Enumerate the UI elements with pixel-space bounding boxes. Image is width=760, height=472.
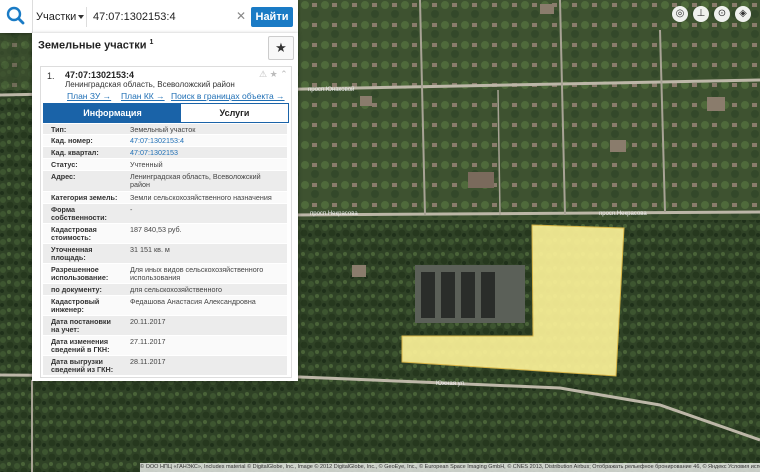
street-label: просп.Юнаковой [308, 86, 354, 93]
land-plots-panel: Земельные участки 1 ★ 1. 47:07:1302153:4… [32, 33, 298, 381]
search-input[interactable] [86, 7, 255, 27]
table-row: Адрес: Ленинградская область, Всеволожски… [43, 171, 287, 192]
tab-services[interactable]: Услуги [181, 104, 288, 122]
table-row: Дата изменения сведений в ГКН: 27.11.2017 [43, 336, 287, 356]
favorite-star-button[interactable]: ★ [268, 36, 294, 60]
table-row: Кад. квартал: 47:07:1302153 [43, 147, 287, 159]
table-row: Кадастровый инженер: Федашова Анастасия А… [43, 296, 287, 316]
cad-number-link[interactable]: 47:07:1302153:4 [130, 137, 282, 145]
table-row: Кадастровая стоимость: 187 840,53 руб. [43, 224, 287, 244]
street-label: Южная ул. [436, 381, 466, 387]
close-icon[interactable]: ✕ [236, 9, 246, 23]
table-row: Статус: Учтенный [43, 159, 287, 171]
result-index: 1. [47, 71, 55, 81]
table-row: по документу: для сельскохозяйственного [43, 284, 287, 296]
village-area [290, 0, 760, 220]
map-tools: ◎ ⊥ ⊙ ◈ [672, 6, 754, 26]
plot-address: Ленинградская область, Всеволожский райо… [65, 80, 235, 89]
cad-quarter-link[interactable]: 47:07:1302153 [130, 149, 282, 157]
panel-title: Земельные участки 1 [38, 39, 154, 52]
street-label: просп.Некрасова [310, 211, 358, 217]
card-actions[interactable]: ⚠ ★ ⌃ [259, 69, 288, 80]
table-row: Категория земель: Земли сельскохозяйствен… [43, 192, 287, 204]
table-row: Кад. номер: 47:07:1302153:4 [43, 135, 287, 147]
map-copyright: © ООО НПЦ «ГАНЭКС», Includes material © … [140, 463, 760, 472]
search-icon[interactable] [0, 0, 33, 33]
street-label: просп.Некрасова [599, 211, 647, 217]
plot-card: 1. 47:07:1302153:4 Ленинградская область… [40, 66, 292, 378]
map-type-icon[interactable]: ◈ [735, 6, 751, 22]
table-row: Дата выгрузки сведений из ГКН: 28.11.2017 [43, 356, 287, 376]
plan-zu-link[interactable]: План ЗУ → [67, 91, 111, 101]
table-row: Разрешенное использование: Для иных видов… [43, 264, 287, 284]
chevron-down-icon [78, 15, 84, 19]
result-count: 1 [149, 39, 154, 46]
tab-info[interactable]: Информация [44, 104, 181, 122]
table-row: Дата постановки на учет: 20.11.2017 [43, 316, 287, 336]
cad-number-title: 47:07:1302153:4 [65, 70, 135, 80]
find-button[interactable]: Найти [251, 7, 293, 27]
table-row: Форма собственности: - [43, 204, 287, 224]
search-in-bounds-link[interactable]: Поиск в границах объекта → [171, 91, 285, 101]
layers-icon[interactable]: ◎ [672, 6, 688, 22]
search-type-label: Участки [36, 11, 77, 23]
plan-kk-link[interactable]: План КК → [121, 91, 165, 101]
table-row: Тип: Земельный участок [43, 124, 287, 135]
search-type-select[interactable]: Участки [36, 7, 84, 27]
search-bar: Участки ✕ Найти [0, 0, 298, 33]
card-tabs: Информация Услуги [43, 103, 289, 123]
print-icon[interactable]: ⊙ [714, 6, 730, 22]
ruler-icon[interactable]: ⊥ [693, 6, 709, 22]
table-row: Уточненная площадь: 31 151 кв. м [43, 244, 287, 264]
attribute-table: Тип: Земельный участок Кад. номер: 47:07:1… [43, 124, 287, 376]
